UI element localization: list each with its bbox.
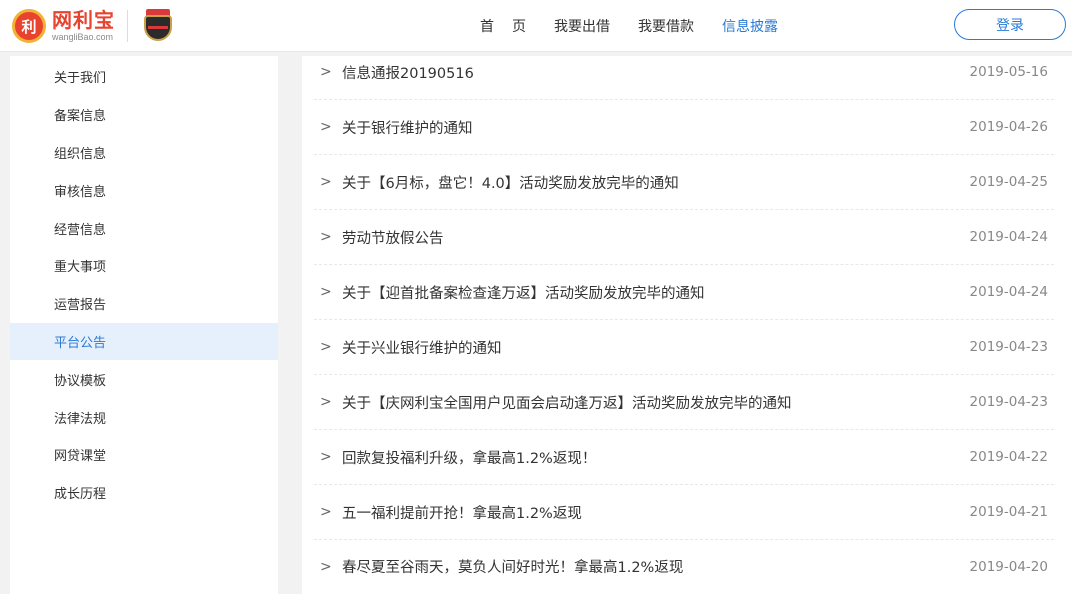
sidebar-item-audit[interactable]: 审核信息 bbox=[10, 171, 278, 209]
notice-date: 2019-04-23 bbox=[969, 339, 1048, 355]
notice-title[interactable]: 回款复投福利升级，拿最高1.2%返现！ bbox=[334, 447, 970, 468]
notice-date: 2019-04-20 bbox=[969, 558, 1048, 575]
chevron-right-icon: > bbox=[320, 174, 332, 190]
brand-logo-icon: 利 bbox=[12, 9, 46, 43]
notice-title[interactable]: 劳动节放假公告 bbox=[334, 227, 970, 248]
notice-date: 2019-04-23 bbox=[969, 394, 1048, 410]
sidebar-item-about[interactable]: 关于我们 bbox=[10, 58, 278, 96]
notice-title[interactable]: 信息通报20190516 bbox=[334, 62, 970, 83]
chevron-right-icon: > bbox=[320, 284, 332, 300]
notice-date: 2019-04-25 bbox=[969, 174, 1048, 190]
notice-date: 2019-05-16 bbox=[969, 64, 1048, 80]
sidebar-item-laws[interactable]: 法律法规 bbox=[10, 398, 278, 436]
sidebar-item-announcements[interactable]: 平台公告 bbox=[10, 322, 278, 361]
brand-wordmark: 网利宝 wangliBao.com bbox=[52, 10, 115, 42]
sidebar-item-classroom[interactable]: 网贷课堂 bbox=[10, 436, 278, 474]
notice-title[interactable]: 关于【迎首批备案检查逢万返】活动奖励发放完毕的通知 bbox=[334, 282, 970, 303]
notice-title[interactable]: 关于【庆网利宝全国用户见面会启动逢万返】活动奖励发放完毕的通知 bbox=[334, 392, 970, 413]
sidebar-list: 关于我们 备案信息 组织信息 审核信息 经营信息 重大事项 运营报告 平台公告 … bbox=[10, 56, 278, 512]
nav-home[interactable]: 首页 bbox=[480, 16, 544, 36]
chevron-right-icon: > bbox=[320, 119, 332, 135]
notice-title[interactable]: 春尽夏至谷雨天，莫负人间好时光！拿最高1.2%返现 bbox=[334, 556, 970, 577]
notice-row[interactable]: > 回款复投福利升级，拿最高1.2%返现！ 2019-04-22 bbox=[314, 430, 1054, 485]
brand-logo[interactable]: 利 网利宝 wangliBao.com bbox=[12, 7, 174, 45]
notice-title[interactable]: 关于兴业银行维护的通知 bbox=[334, 337, 970, 358]
nav-disclosure[interactable]: 信息披露 bbox=[722, 16, 778, 36]
chevron-right-icon: > bbox=[320, 229, 332, 245]
chevron-right-icon: > bbox=[320, 558, 332, 575]
chevron-right-icon: > bbox=[320, 394, 332, 410]
sidebar-item-operations[interactable]: 经营信息 bbox=[10, 209, 278, 247]
sidebar-item-reports[interactable]: 运营报告 bbox=[10, 285, 278, 323]
award-badge-icon bbox=[142, 9, 174, 43]
notice-row[interactable]: > 关于银行维护的通知 2019-04-26 bbox=[314, 100, 1054, 155]
nav-borrow[interactable]: 我要借款 bbox=[638, 16, 694, 36]
notice-date: 2019-04-26 bbox=[969, 119, 1048, 135]
sidebar-item-agreements[interactable]: 协议模板 bbox=[10, 360, 278, 398]
login-button[interactable]: 登录 bbox=[954, 9, 1066, 40]
chevron-right-icon: > bbox=[320, 64, 332, 80]
brand-domain: wangliBao.com bbox=[52, 32, 114, 42]
chevron-right-icon: > bbox=[320, 339, 332, 355]
brand-name: 网利宝 bbox=[52, 8, 115, 32]
notice-title[interactable]: 关于【6月标，盘它！4.0】活动奖励发放完毕的通知 bbox=[334, 172, 970, 193]
notice-title[interactable]: 关于银行维护的通知 bbox=[334, 117, 970, 138]
chevron-right-icon: > bbox=[320, 449, 332, 465]
notice-date: 2019-04-24 bbox=[969, 284, 1048, 300]
sidebar-item-filing[interactable]: 备案信息 bbox=[10, 96, 278, 134]
notice-row[interactable]: > 关于【6月标，盘它！4.0】活动奖励发放完毕的通知 2019-04-25 bbox=[314, 155, 1054, 210]
notice-date: 2019-04-24 bbox=[969, 229, 1048, 245]
notice-date: 2019-04-22 bbox=[969, 449, 1048, 465]
sidebar-item-major-events[interactable]: 重大事项 bbox=[10, 247, 278, 285]
sidebar-item-history[interactable]: 成长历程 bbox=[10, 474, 278, 512]
notice-row[interactable]: > 关于兴业银行维护的通知 2019-04-23 bbox=[314, 320, 1054, 375]
notice-row[interactable]: > 关于【庆网利宝全国用户见面会启动逢万返】活动奖励发放完毕的通知 2019-0… bbox=[314, 375, 1054, 430]
notice-title[interactable]: 五一福利提前开抢！拿最高1.2%返现 bbox=[334, 502, 970, 523]
notice-date: 2019-04-21 bbox=[969, 504, 1048, 520]
sidebar-item-organization[interactable]: 组织信息 bbox=[10, 134, 278, 172]
sidebar: 关于我们 备案信息 组织信息 审核信息 经营信息 重大事项 运营报告 平台公告 … bbox=[10, 56, 278, 594]
notice-row[interactable]: > 劳动节放假公告 2019-04-24 bbox=[314, 210, 1054, 265]
logo-divider bbox=[127, 10, 128, 42]
notice-row[interactable]: > 春尽夏至谷雨天，莫负人间好时光！拿最高1.2%返现 2019-04-20 bbox=[314, 539, 1054, 594]
nav-invest[interactable]: 我要出借 bbox=[554, 16, 610, 36]
notice-list: > 信息通报20190516 2019-05-16 > 关于银行维护的通知 20… bbox=[302, 56, 1072, 594]
notice-row[interactable]: > 关于【迎首批备案检查逢万返】活动奖励发放完毕的通知 2019-04-24 bbox=[314, 265, 1054, 320]
notice-row[interactable]: > 信息通报20190516 2019-05-16 bbox=[314, 45, 1054, 100]
chevron-right-icon: > bbox=[320, 504, 332, 520]
notice-row[interactable]: > 五一福利提前开抢！拿最高1.2%返现 2019-04-21 bbox=[314, 485, 1054, 540]
